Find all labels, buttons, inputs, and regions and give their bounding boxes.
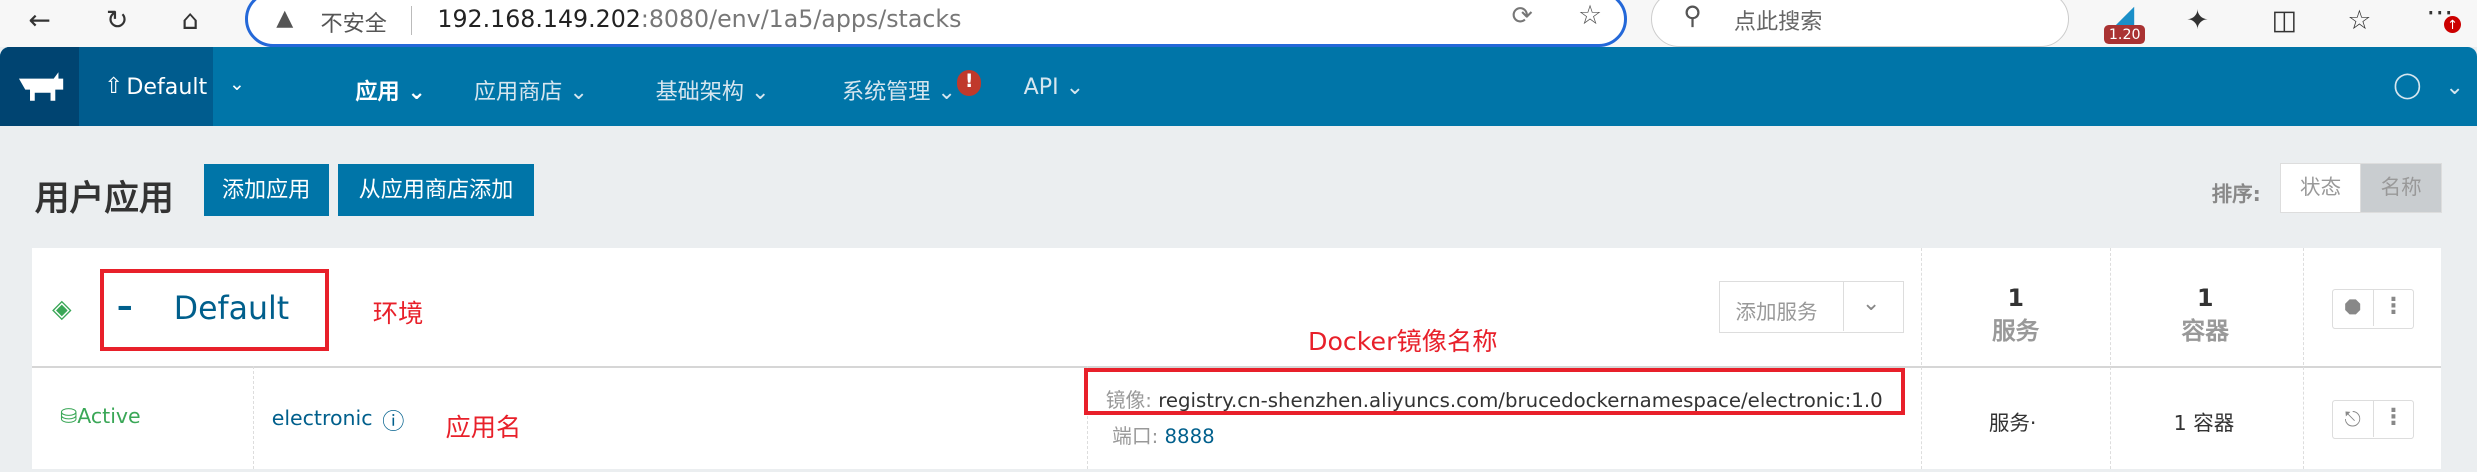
more-vertical-icon[interactable]: ⋮	[2374, 401, 2413, 437]
service-containers: 1 容器	[2173, 410, 2235, 435]
annotation-image: Docker镜像名称	[1307, 327, 1498, 357]
port-label: 端口:	[1112, 425, 1159, 449]
home-icon[interactable]: ⌂	[182, 5, 199, 36]
security-label: 不安全	[320, 11, 387, 38]
env-name: Default	[126, 74, 208, 101]
warning-icon: ▲	[276, 4, 294, 31]
state-label: Active	[77, 404, 141, 429]
nav-label: API	[1023, 74, 1059, 101]
add-service-button[interactable]: 添加服务 ⌄	[1718, 281, 1904, 334]
service-name[interactable]: electronic	[272, 406, 373, 430]
image-label: 镜像:	[1105, 388, 1152, 412]
nav-api[interactable]: API ⌄	[1024, 74, 1085, 100]
nav-label: 系统管理	[841, 79, 931, 106]
nav-infrastructure[interactable]: 基础架构 ⌄	[656, 74, 770, 106]
add-service-label: 添加服务	[1735, 299, 1818, 324]
page-title: 用户应用	[34, 178, 174, 219]
count: 1	[2197, 284, 2214, 313]
rancher-logo[interactable]	[0, 47, 79, 127]
annotation-env: 环境	[372, 298, 424, 328]
count-label: 容器	[2181, 317, 2229, 346]
nav-catalog[interactable]: 应用商店 ⌄	[474, 74, 588, 106]
info-icon[interactable]: ⓘ	[382, 404, 404, 436]
refresh-app-icon[interactable]: ⟳	[1512, 1, 1533, 30]
service-state: ⛁Active	[60, 404, 141, 429]
user-icon[interactable]: ◯	[2393, 70, 2421, 99]
stack-name[interactable]: Default	[174, 291, 289, 327]
more-vertical-icon[interactable]: ⋮	[2374, 290, 2413, 326]
favorites-icon[interactable]: ☆	[2347, 5, 2371, 36]
nav-label: 基础架构	[655, 79, 744, 106]
divider	[1920, 248, 1922, 470]
stack-icon: ◈	[52, 293, 72, 323]
environment-switcher[interactable]: ⇧ Default ⌄	[78, 47, 245, 127]
user-chevron-icon[interactable]: ⌄	[2445, 74, 2464, 100]
extensions-puzzle-icon[interactable]: ✦	[2186, 5, 2209, 36]
count-label: 服务	[1991, 317, 2040, 346]
upgrade-icon[interactable]: ⎋	[2333, 400, 2374, 437]
collapse-icon[interactable]: –	[117, 289, 133, 325]
port-link[interactable]: 8888	[1165, 425, 1215, 448]
split-screen-icon[interactable]: ◫	[2272, 5, 2297, 36]
home-icon: ⇧	[104, 72, 123, 99]
image-value: registry.cn-shenzhen.aliyuncs.com/bruced…	[1158, 388, 1883, 412]
divider	[1842, 282, 1845, 332]
divider	[252, 366, 254, 470]
count: 1	[2007, 284, 2024, 313]
nav-label: 应用	[355, 79, 400, 106]
nav-label: 应用商店	[473, 79, 563, 106]
sort-label: 排序:	[2211, 181, 2261, 206]
back-icon[interactable]: ←	[28, 5, 51, 36]
search-icon: ⚲	[1683, 1, 1702, 30]
divider	[2110, 248, 2112, 470]
divider	[2303, 248, 2304, 470]
url-text: 192.168.149.202:8080/env/1a5/apps/stacks	[437, 5, 961, 33]
service-scale: 服务·	[1988, 410, 2037, 435]
extension-badge: 1.20	[2104, 25, 2146, 45]
alert-badge: !	[957, 69, 981, 97]
reload-icon[interactable]: ↻	[106, 5, 129, 36]
chevron-down-icon[interactable]: ⌄	[1862, 290, 1881, 316]
stop-icon[interactable]: ⯃	[2333, 290, 2374, 327]
containers-count: 1 容器	[2142, 284, 2268, 346]
service-port: 端口: 8888	[1112, 420, 1215, 449]
sort-by-name[interactable]: 名称	[2360, 162, 2443, 214]
service-image: 镜像: registry.cn-shenzhen.aliyuncs.com/br…	[1106, 384, 1883, 413]
nav-admin[interactable]: 系统管理 ⌄	[842, 74, 956, 106]
search-box[interactable]: ⚲ 点此搜索	[1650, 0, 2070, 48]
divider	[410, 6, 413, 35]
search-placeholder: 点此搜索	[1733, 9, 1823, 36]
add-from-catalog-button[interactable]: 从应用商店添加	[338, 164, 534, 217]
url-path: :8080/env/1a5/apps/stacks	[640, 4, 962, 33]
annotation-app-name: 应用名	[445, 412, 522, 442]
service-actions: ⎋ ⋮	[2331, 399, 2414, 440]
chevron-down-icon: ⌄	[229, 72, 245, 95]
star-icon[interactable]: ☆	[1578, 0, 1602, 31]
sort-by-state[interactable]: 状态	[2279, 162, 2362, 214]
address-bar[interactable]: ▲ 不安全 192.168.149.202:8080/env/1a5/apps/…	[244, 0, 1628, 48]
nav-apps[interactable]: 应用 ⌄	[355, 74, 425, 106]
services-count: 1 服务	[1953, 284, 2079, 346]
stack-actions: ⯃ ⋮	[2331, 289, 2414, 329]
url-host: 192.168.149.202	[437, 4, 641, 33]
add-app-button[interactable]: 添加应用	[203, 164, 329, 217]
